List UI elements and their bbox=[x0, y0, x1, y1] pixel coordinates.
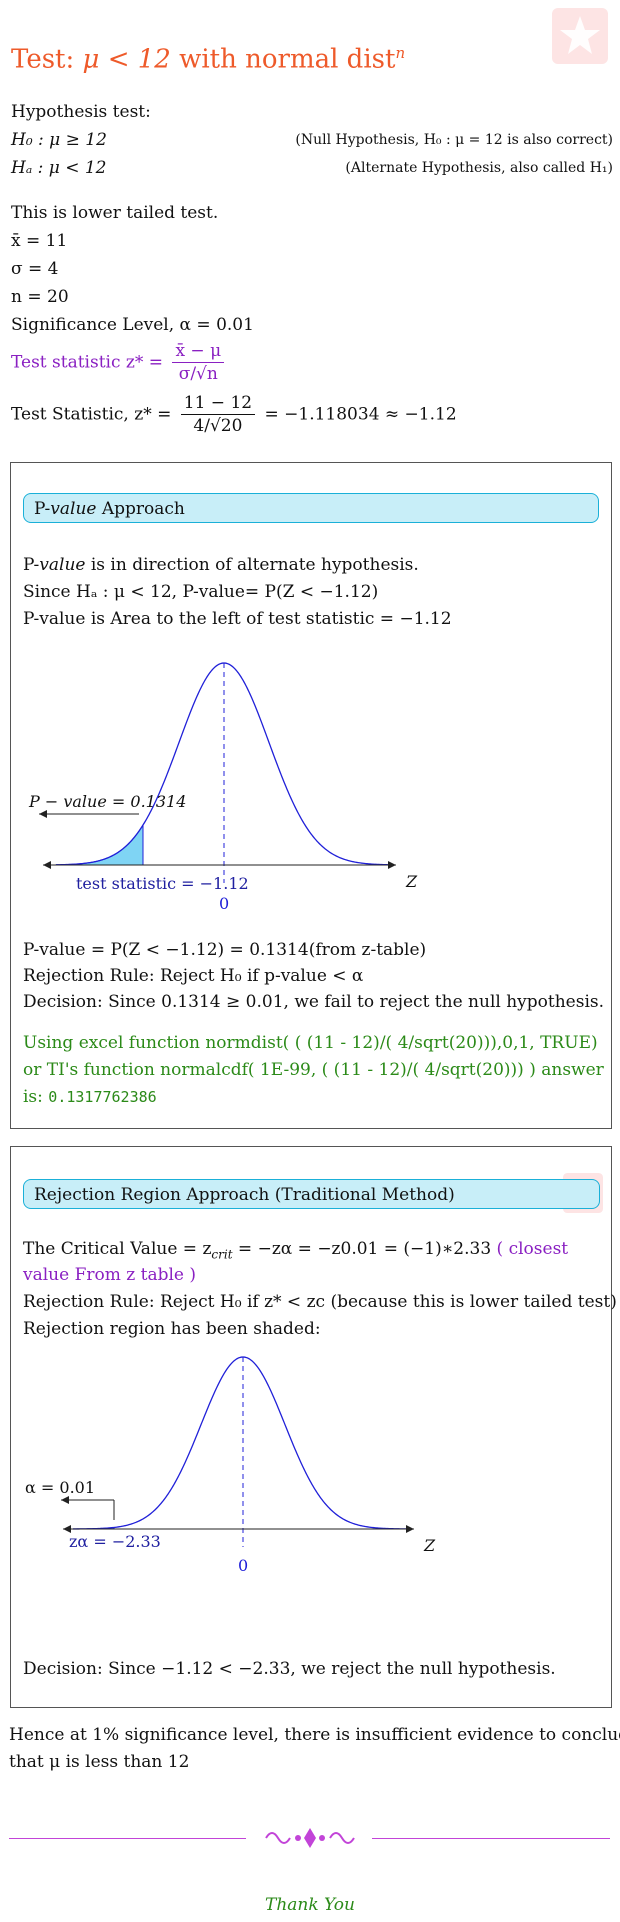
sample-mean: x̄ = 11 bbox=[11, 231, 68, 251]
alternate-hypothesis: Hₐ : μ < 12 bbox=[11, 158, 106, 178]
null-hypothesis-text: H₀ : μ ≥ 12 bbox=[11, 130, 107, 150]
rejection-normal-curve-graph: α = 0.01 zα = −2.33 0 Z bbox=[25, 1356, 436, 1575]
pvalue-approach-box: P-value Approach P-value is in direction… bbox=[10, 462, 612, 1129]
rejection-decision: Decision: Since −1.12 < −2.33, we reject… bbox=[23, 1659, 556, 1679]
null-hypothesis: H₀ : μ ≥ 12 bbox=[11, 130, 107, 150]
excel-answer-prefix: is: bbox=[23, 1087, 49, 1107]
pvalue-line-3: P-value is Area to the left of test stat… bbox=[23, 609, 452, 629]
alternate-hypothesis-note: (Alternate Hypothesis, also called H₁) bbox=[345, 160, 613, 176]
title-suffix: with normal dist bbox=[170, 44, 396, 75]
pvalue-line-2: Since Hₐ : μ < 12, P-value= P(Z < −1.12) bbox=[23, 582, 379, 602]
sample-size: n = 20 bbox=[11, 287, 69, 307]
critical-note-line-2: value From z table ) bbox=[23, 1265, 197, 1285]
document-page: Test: μ < 12 with normal distn Hypothesi… bbox=[0, 0, 620, 1922]
pvalue-axis-label: Z bbox=[405, 872, 418, 891]
formula-denominator: σ/√n bbox=[178, 364, 218, 384]
title-prefix: Test: bbox=[11, 44, 83, 75]
test-statistic-calc: Test Statistic, z* = 11 − 12 4/√20 = −1.… bbox=[11, 392, 457, 437]
tail-text: This is lower tailed test. bbox=[11, 203, 219, 223]
page-title: Test: μ < 12 with normal distn bbox=[11, 44, 405, 75]
pvalue-shaded-area bbox=[55, 823, 144, 866]
pvalue-line1-italic: value bbox=[39, 555, 86, 575]
footer-divider-right bbox=[372, 1838, 610, 1839]
watermark-logo bbox=[552, 8, 608, 64]
conclusion-line-1: Hence at 1% significance level, there is… bbox=[9, 1725, 620, 1745]
formula-numerator: x̄ − μ bbox=[172, 340, 225, 363]
pvalue-axis-left-arrow bbox=[43, 861, 51, 869]
pvalue-label: P − value = 0.1314 bbox=[28, 792, 186, 811]
calc-denominator: 4/√20 bbox=[193, 416, 243, 436]
footer-divider-left bbox=[9, 1838, 246, 1839]
title-superscript: n bbox=[395, 44, 406, 62]
pvalue-result: P-value = P(Z < −1.12) = 0.1314(from z-t… bbox=[23, 940, 427, 960]
pvalue-approach-header: P-value Approach bbox=[23, 493, 599, 523]
pvalue-axis-right-arrow bbox=[388, 861, 396, 869]
rejection-rule: Rejection Rule: Reject H₀ if z* < zc (be… bbox=[23, 1292, 617, 1312]
test-statistic-label: test statistic = −1.12 bbox=[76, 874, 249, 893]
rejection-axis-label: Z bbox=[423, 1536, 436, 1555]
population-sd: σ = 4 bbox=[11, 259, 59, 279]
alpha-label: α = 0.01 bbox=[25, 1478, 95, 1497]
rejection-shaded-text: Rejection region has been shaded: bbox=[23, 1319, 321, 1339]
excel-answer-value: 0.1317762386 bbox=[48, 1088, 157, 1106]
rejection-region-box: Rejection Region Approach (Traditional M… bbox=[10, 1146, 617, 1708]
thank-you-text: Thank You bbox=[264, 1895, 355, 1915]
excel-function-line-2: or TI's function normalcdf( 1E-99, ( (11… bbox=[23, 1060, 604, 1080]
pvalue-header-suffix: Approach bbox=[96, 499, 185, 519]
footer-ornament bbox=[265, 1828, 355, 1848]
pvalue-line1-suffix: is in direction of alternate hypothesis. bbox=[85, 555, 419, 575]
excel-function-line-1: Using excel function normdist( ( (11 - 1… bbox=[23, 1033, 598, 1053]
pvalue-line-1: P-value is in direction of alternate hyp… bbox=[23, 555, 419, 575]
critical-value-label: zα = −2.33 bbox=[69, 1532, 161, 1551]
pvalue-center-label: 0 bbox=[219, 894, 229, 911]
pvalue-decision: Decision: Since 0.1314 ≥ 0.01, we fail t… bbox=[23, 992, 605, 1012]
calc-result: = −1.118034 ≈ −1.12 bbox=[264, 404, 457, 425]
calc-fraction: 11 − 12 4/√20 bbox=[180, 392, 256, 437]
rejection-region-header: Rejection Region Approach (Traditional M… bbox=[23, 1179, 600, 1209]
hypothesis-heading: Hypothesis test: bbox=[11, 102, 151, 122]
pvalue-label-arrow-head bbox=[39, 810, 47, 818]
formula-label: Test statistic z* = bbox=[11, 352, 164, 373]
pvalue-header-italic: value bbox=[50, 499, 97, 519]
test-statistic-formula: Test statistic z* = x̄ − μ σ/√n bbox=[11, 340, 228, 385]
title-math: μ < 12 bbox=[82, 44, 171, 75]
critical-rest: = −zα = −z0.01 = (−1)∗2.33 bbox=[232, 1239, 492, 1259]
pvalue-header-prefix: P- bbox=[34, 499, 51, 519]
pvalue-normal-curve-graph: P − value = 0.1314 test statistic = −1.1… bbox=[28, 662, 418, 911]
critical-value-line: The Critical Value = zcrit = −zα = −z0.0… bbox=[23, 1239, 568, 1261]
rejection-center-label: 0 bbox=[238, 1556, 248, 1575]
critical-note-1: ( closest bbox=[491, 1239, 569, 1259]
alpha-label-arrow-head bbox=[61, 1496, 69, 1504]
pvalue-line1-prefix: P- bbox=[23, 555, 40, 575]
pvalue-rejection-rule: Rejection Rule: Reject H₀ if p-value < α bbox=[23, 966, 364, 986]
conclusion-line-2: that μ is less than 12 bbox=[9, 1752, 190, 1772]
rejection-axis-right-arrow bbox=[406, 1525, 414, 1533]
significance-level: Significance Level, α = 0.01 bbox=[11, 315, 254, 335]
rejection-normal-curve bbox=[73, 1356, 410, 1530]
excel-function-line-3: is: 0.1317762386 bbox=[23, 1087, 157, 1107]
formula-fraction: x̄ − μ σ/√n bbox=[172, 340, 225, 385]
calc-label: Test Statistic, z* = bbox=[11, 404, 172, 425]
critical-prefix: The Critical Value = z bbox=[23, 1239, 212, 1259]
null-hypothesis-note: (Null Hypothesis, H₀ : μ = 12 is also co… bbox=[295, 132, 613, 148]
critical-sub: crit bbox=[211, 1247, 233, 1262]
calc-numerator: 11 − 12 bbox=[180, 392, 256, 415]
alternate-hypothesis-text: Hₐ : μ < 12 bbox=[11, 158, 107, 178]
